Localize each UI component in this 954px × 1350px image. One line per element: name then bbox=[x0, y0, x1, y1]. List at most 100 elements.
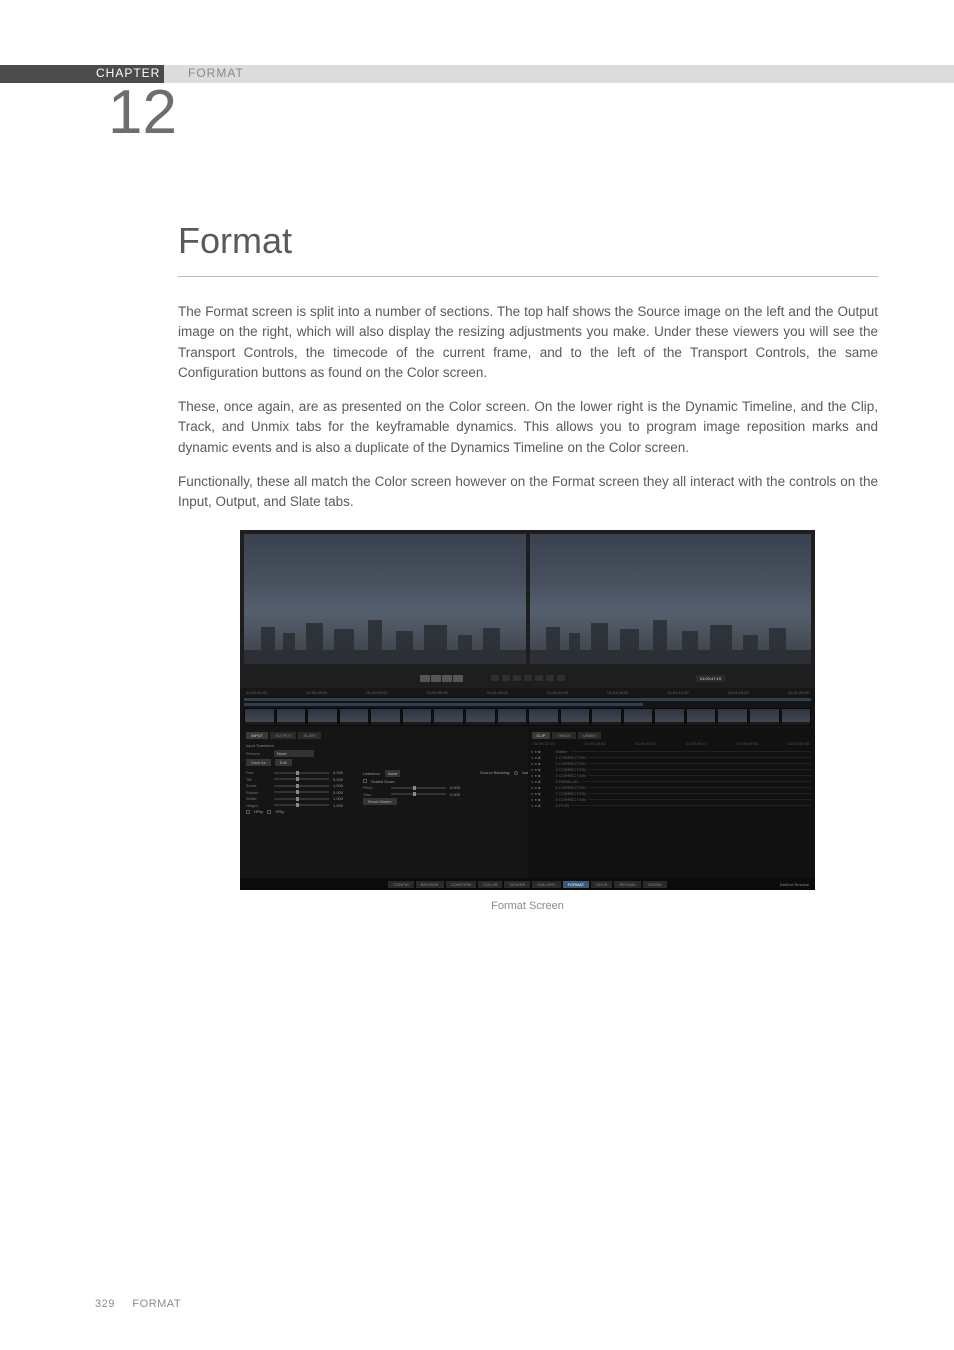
paragraph-3: Functionally, these all match the Color … bbox=[178, 472, 878, 513]
yaw-slider[interactable] bbox=[391, 793, 446, 795]
blanking-auto-radio[interactable] bbox=[514, 771, 518, 775]
clip-thumb[interactable] bbox=[307, 708, 338, 726]
dyn-row-toggle[interactable]: ▸ ● ■ bbox=[532, 767, 554, 772]
pitch-slider[interactable] bbox=[391, 787, 446, 789]
format-tabs: INPUT OUTPUT SLATE bbox=[246, 732, 522, 739]
clip-thumbnails bbox=[244, 708, 811, 726]
tab-output[interactable]: OUTPUT bbox=[270, 732, 296, 739]
tab-slate[interactable]: SLATE bbox=[298, 732, 320, 739]
transport-play-icon[interactable] bbox=[535, 675, 543, 681]
nav-gallery[interactable]: GALLERY bbox=[532, 881, 560, 888]
ruler-mark: 01:01:04:00 bbox=[547, 690, 568, 695]
clip-thumb[interactable] bbox=[402, 708, 433, 726]
ruler-mark: 01:01:20:00 bbox=[788, 690, 809, 695]
viewer-output bbox=[530, 534, 812, 664]
hflip-label: HFlip bbox=[254, 809, 263, 814]
hflip-checkbox[interactable] bbox=[246, 810, 250, 814]
height-slider[interactable] bbox=[274, 804, 329, 806]
vflip-checkbox[interactable] bbox=[267, 810, 271, 814]
config-btn[interactable] bbox=[431, 675, 441, 682]
nav-scene[interactable]: SCENE bbox=[643, 881, 667, 888]
clip-thumb[interactable] bbox=[654, 708, 685, 726]
save-as-button[interactable]: Save As bbox=[246, 759, 271, 766]
clip-thumb[interactable] bbox=[370, 708, 401, 726]
dyn-row-toggle[interactable]: ▸ ● ■ bbox=[532, 803, 554, 808]
transport-first-icon[interactable] bbox=[491, 675, 499, 681]
clip-thumb[interactable] bbox=[244, 708, 275, 726]
dyn-row-toggle[interactable]: ▸ ● ■ bbox=[532, 773, 554, 778]
scaledown-checkbox[interactable] bbox=[363, 779, 367, 783]
dyn-row-toggle[interactable]: ▸ ● ■ bbox=[532, 791, 554, 796]
clip-thumb[interactable] bbox=[433, 708, 464, 726]
tab-unmix[interactable]: UNMIX bbox=[578, 732, 601, 739]
clip-thumb[interactable] bbox=[717, 708, 748, 726]
figure-caption: Format Screen bbox=[240, 900, 815, 912]
tab-clip[interactable]: CLIP bbox=[532, 732, 551, 739]
nav-deck[interactable]: DECK bbox=[591, 881, 612, 888]
config-buttons bbox=[420, 675, 463, 682]
pan-slider[interactable] bbox=[274, 772, 329, 774]
nav-format[interactable]: FORMAT bbox=[563, 881, 590, 888]
lower-panels: INPUT OUTPUT SLATE Input Transform Prese… bbox=[240, 728, 815, 878]
tilt-value: 0.000 bbox=[333, 777, 353, 782]
width-slider[interactable] bbox=[274, 798, 329, 800]
tab-track[interactable]: TRACK bbox=[552, 732, 576, 739]
dyn-row-label: 6 CORRECTION bbox=[556, 785, 586, 790]
zoom-slider[interactable] bbox=[274, 785, 329, 787]
transport-prev-icon[interactable] bbox=[502, 675, 510, 681]
height-value: 1.000 bbox=[333, 803, 353, 808]
edit-button[interactable]: Edit bbox=[275, 759, 292, 766]
dyn-row-toggle[interactable]: ▸ ● ■ bbox=[532, 755, 554, 760]
ruler-mark: 01:01:00:00 bbox=[487, 690, 508, 695]
nav-browse[interactable]: BROWSE bbox=[416, 881, 444, 888]
config-btn[interactable] bbox=[420, 675, 430, 682]
ruler-mark: 01:00:44:00 bbox=[246, 690, 267, 695]
dyn-row-toggle[interactable]: ▸ ● ■ bbox=[532, 797, 554, 802]
rotate-slider[interactable] bbox=[274, 791, 329, 793]
clip-thumb[interactable] bbox=[497, 708, 528, 726]
tilt-slider[interactable] bbox=[274, 778, 329, 780]
figure-format-screen: 01:00:47:19 01:00:44:00 01:00:48:00 01:0… bbox=[240, 530, 815, 912]
rotate-label: Rotate: bbox=[246, 790, 270, 795]
dyn-row-toggle[interactable]: ▸ ● ■ bbox=[532, 785, 554, 790]
dyn-master-label: Master bbox=[556, 749, 568, 754]
width-value: 1.000 bbox=[333, 796, 353, 801]
page-number: 329 bbox=[95, 1298, 115, 1310]
letterbox-dropdown[interactable]: None bbox=[385, 770, 401, 777]
nav-color[interactable]: COLOR bbox=[478, 881, 502, 888]
nav-config[interactable]: CONFIG bbox=[388, 881, 414, 888]
clip-thumb[interactable] bbox=[623, 708, 654, 726]
presets-dropdown[interactable]: None bbox=[274, 750, 314, 757]
clip-thumb[interactable] bbox=[781, 708, 812, 726]
clip-thumb[interactable] bbox=[465, 708, 496, 726]
clip-thumb[interactable] bbox=[339, 708, 370, 726]
clip-thumb[interactable] bbox=[591, 708, 622, 726]
nav-viewer[interactable]: VIEWER bbox=[504, 881, 530, 888]
dyn-row-label: 2 CORRECTION bbox=[556, 761, 586, 766]
paragraph-1: The Format screen is split into a number… bbox=[178, 302, 878, 383]
paragraph-2: These, once again, are as presented on t… bbox=[178, 397, 878, 458]
nav-conform[interactable]: CONFORM bbox=[446, 881, 477, 888]
scaledown-label: Scaled Down bbox=[371, 779, 395, 784]
clip-thumb[interactable] bbox=[276, 708, 307, 726]
clip-thumb[interactable] bbox=[560, 708, 591, 726]
transport-last-icon[interactable] bbox=[557, 675, 565, 681]
reset-master-button[interactable]: Reset Master bbox=[363, 798, 397, 805]
transport-next-icon[interactable] bbox=[546, 675, 554, 681]
dyn-row-toggle[interactable]: ▸ ● ■ bbox=[532, 779, 554, 784]
config-btn[interactable] bbox=[453, 675, 463, 682]
yaw-value: 0.000 bbox=[450, 792, 470, 797]
dyn-row-toggle[interactable]: ▸ ● ■ bbox=[532, 761, 554, 766]
dyn-row-label: 1 CORRECTION bbox=[556, 755, 586, 760]
transport-rew-icon[interactable] bbox=[513, 675, 521, 681]
clip-thumb[interactable] bbox=[528, 708, 559, 726]
clip-thumb[interactable] bbox=[686, 708, 717, 726]
clip-thumb[interactable] bbox=[749, 708, 780, 726]
dyn-row-toggle[interactable]: ▸ ● ■ bbox=[532, 749, 554, 754]
tab-input[interactable]: INPUT bbox=[246, 732, 268, 739]
nav-revival[interactable]: REVIVAL bbox=[614, 881, 641, 888]
transport-stop-icon[interactable] bbox=[524, 675, 532, 681]
footer-label: FORMAT bbox=[132, 1298, 181, 1310]
config-btn[interactable] bbox=[442, 675, 452, 682]
ruler-mark: 01:00:56:00 bbox=[427, 690, 448, 695]
